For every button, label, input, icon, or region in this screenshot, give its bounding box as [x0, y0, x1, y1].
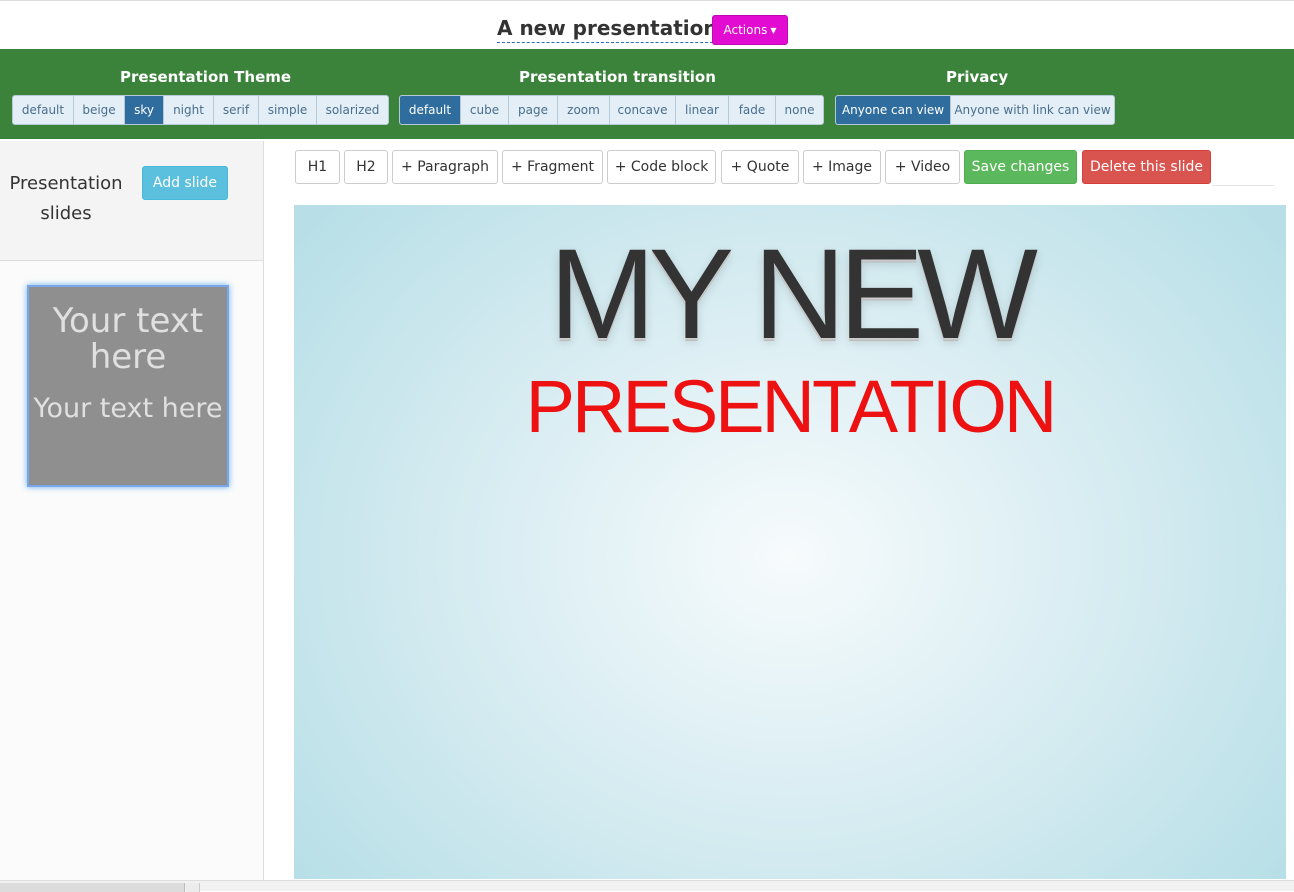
theme-option-night[interactable]: night: [164, 96, 214, 124]
add-h1-button[interactable]: H1: [295, 150, 340, 184]
add-paragraph-button[interactable]: + Paragraph: [392, 150, 498, 184]
theme-option-beige[interactable]: beige: [74, 96, 125, 124]
transition-selector: default cube page zoom concave linear fa…: [399, 95, 824, 125]
transition-option-cube[interactable]: cube: [461, 96, 509, 124]
privacy-option-anyone[interactable]: Anyone can view: [836, 96, 951, 124]
add-video-button[interactable]: + Video: [885, 150, 960, 184]
transition-option-none[interactable]: none: [776, 96, 823, 124]
add-fragment-button[interactable]: + Fragment: [502, 150, 603, 184]
sidebar-title: Presentation slides: [9, 173, 123, 224]
sidebar-header: Presentation slides Add slide: [0, 141, 263, 261]
slide-editor-canvas[interactable]: MY NEW PRESENTATION: [294, 205, 1286, 879]
thumbnail-paragraph: Your text here: [33, 393, 223, 424]
add-image-button[interactable]: + Image: [803, 150, 881, 184]
presentation-title[interactable]: A new presentation: [497, 15, 718, 43]
toolbar-divider: [1212, 185, 1274, 186]
theme-title: Presentation Theme: [120, 68, 292, 86]
privacy-selector: Anyone can view Anyone with link can vie…: [835, 95, 1115, 125]
transition-option-default[interactable]: default: [400, 96, 461, 124]
caret-down-icon: ▼: [770, 26, 777, 35]
delete-slide-button[interactable]: Delete this slide: [1082, 150, 1211, 184]
slide-heading-1[interactable]: MY NEW: [294, 225, 1286, 365]
transition-option-concave[interactable]: concave: [610, 96, 676, 124]
transition-option-page[interactable]: page: [509, 96, 558, 124]
theme-option-sky[interactable]: sky: [125, 96, 164, 124]
add-code-block-button[interactable]: + Code block: [607, 150, 716, 184]
presentation-settings-panel: Presentation Theme default beige sky nig…: [0, 49, 1294, 139]
add-quote-button[interactable]: + Quote: [721, 150, 799, 184]
horizontal-scrollbar[interactable]: [0, 880, 1294, 892]
actions-label: Actions: [723, 23, 768, 37]
slides-sidebar: Presentation slides Add slide Your text …: [0, 141, 264, 891]
theme-option-simple[interactable]: simple: [259, 96, 317, 124]
save-changes-button[interactable]: Save changes: [964, 150, 1077, 184]
slide-thumbnail[interactable]: Your text here Your text here: [27, 285, 229, 487]
theme-option-serif[interactable]: serif: [214, 96, 259, 124]
theme-option-default[interactable]: default: [13, 96, 74, 124]
transition-option-linear[interactable]: linear: [676, 96, 729, 124]
add-slide-button[interactable]: Add slide: [142, 166, 228, 200]
theme-option-solarized[interactable]: solarized: [317, 96, 388, 124]
add-h2-button[interactable]: H2: [344, 150, 388, 184]
transition-option-fade[interactable]: fade: [729, 96, 776, 124]
slide-heading-2[interactable]: PRESENTATION: [294, 367, 1286, 447]
privacy-option-link[interactable]: Anyone with link can view: [951, 96, 1114, 124]
top-bar: A new presentation Actions ▼: [0, 0, 1294, 49]
privacy-title: Privacy: [946, 68, 1009, 86]
theme-selector: default beige sky night serif simple sol…: [12, 95, 389, 125]
transition-title: Presentation transition: [519, 68, 716, 86]
transition-option-zoom[interactable]: zoom: [558, 96, 610, 124]
actions-dropdown-button[interactable]: Actions ▼: [712, 15, 788, 45]
thumbnail-heading: Your text here: [52, 301, 204, 377]
